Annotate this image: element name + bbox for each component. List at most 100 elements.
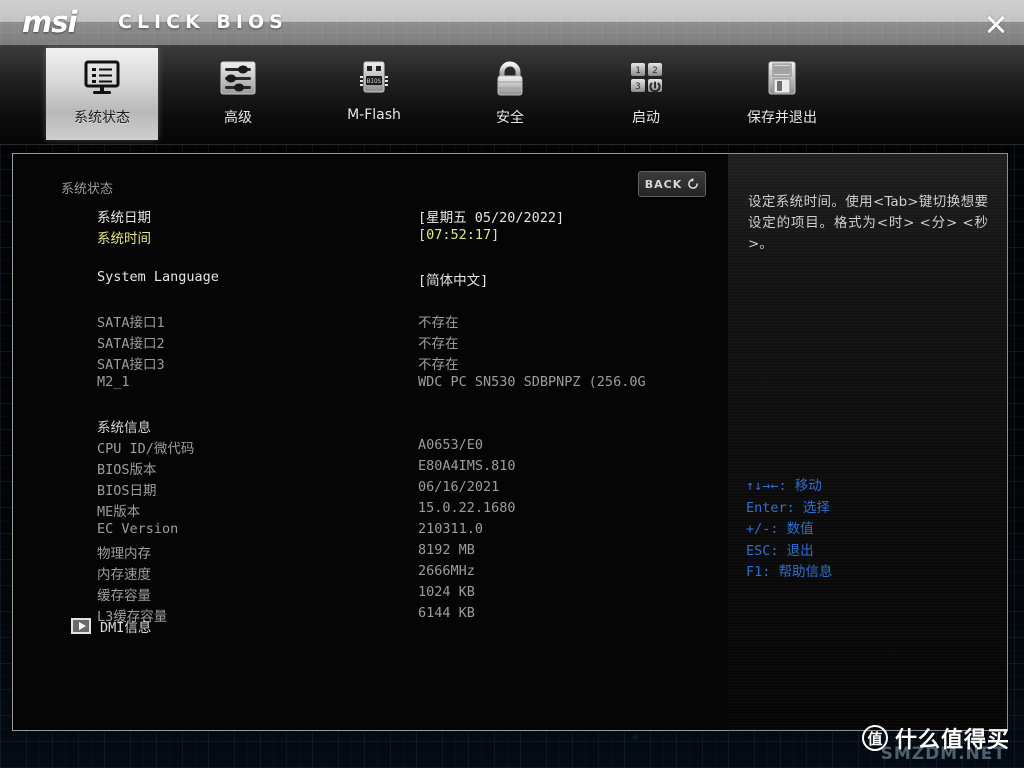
row-label: ME版本 [97, 504, 141, 520]
row-value: E80A4IMS.810 [418, 458, 516, 474]
shortcut-key: ESC: [746, 542, 779, 559]
svg-text:BIOS: BIOS [367, 78, 382, 85]
settings-row[interactable]: 物理内存 8192 MB [13, 542, 729, 563]
play-box-icon [71, 618, 91, 634]
main-navigation: 系统状态 高级 BIOS M-Flash 安全 1 2 3 启动 保存并退出 [0, 45, 1024, 145]
settings-row[interactable]: ME版本 15.0.22.1680 [13, 500, 729, 521]
keyboard-shortcuts: ↑↓→←: 移动 Enter: 选择 +/-: 数值 ESC: 退出 F1: 帮助信息 [746, 476, 833, 584]
shortcut-action: 帮助信息 [778, 564, 833, 580]
row-label: 缓存容量 [97, 588, 151, 604]
row-value: 06/16/2021 [418, 479, 500, 495]
dmi-info-link[interactable]: DMI信息 [71, 616, 151, 636]
row-spacer [13, 395, 729, 416]
row-label: BIOS版本 [97, 462, 157, 478]
floppy-disk-icon [761, 57, 803, 101]
nav-item-label: 系统状态 [74, 110, 130, 126]
nav-item-6[interactable]: 保存并退出 [726, 48, 838, 140]
back-button[interactable]: BACK [638, 171, 706, 197]
nav-item-label: 安全 [496, 110, 524, 126]
settings-list: 系统日期 [星期五 05/20/2022] 系统时间 [07:52:17] System… [13, 206, 729, 626]
row-label: SATA接口1 [97, 315, 165, 331]
svg-text:1: 1 [635, 66, 640, 76]
row-label: 系统信息 [97, 420, 151, 436]
row-value: 1024 KB [418, 584, 475, 600]
row-value: 不存在 [418, 357, 459, 373]
nav-item-3[interactable]: BIOS M-Flash [318, 48, 430, 140]
shortcut-line: ↑↓→←: 移动 [746, 476, 833, 498]
help-panel: 设定系统时间。使用<Tab>键切换想要设定的项目。格式为<时> <分> <秒>。… [728, 153, 1008, 731]
shortcut-line: +/-: 数值 [746, 519, 833, 541]
nav-item-1[interactable]: 系统状态 [46, 48, 158, 140]
row-label: CPU ID/微代码 [97, 441, 195, 457]
settings-row[interactable]: System Language [简体中文] [13, 269, 729, 290]
settings-row[interactable]: 缓存容量 1024 KB [13, 584, 729, 605]
shortcut-key: Enter: [746, 499, 795, 516]
row-label: 系统日期 [97, 210, 151, 226]
row-value: [星期五 05/20/2022] [418, 210, 565, 226]
row-value: WDC PC SN530 SDBPNPZ (256.0G [418, 374, 646, 390]
row-value: [07:52:17] [418, 227, 500, 243]
settings-row[interactable]: EC Version 210311.0 [13, 521, 729, 542]
back-button-label: BACK [644, 177, 683, 191]
shortcut-action: 移动 [794, 478, 822, 494]
svg-text:2: 2 [652, 66, 657, 76]
row-spacer [13, 290, 729, 311]
bios-screen: msi CLICK BIOS 系统状态 高级 BIOS M-Flash 安全 1 2 3 启动 保… [0, 0, 1024, 768]
settings-row[interactable]: M2_1 WDC PC SN530 SDBPNPZ (256.0G [13, 374, 729, 395]
shortcut-action: 退出 [786, 542, 814, 559]
row-label: BIOS日期 [97, 483, 157, 499]
row-value: 不存在 [418, 336, 459, 352]
settings-row[interactable]: 系统日期 [星期五 05/20/2022] [13, 206, 729, 227]
row-label: System Language [97, 269, 219, 285]
msi-logo: msi [22, 5, 77, 39]
nav-item-4[interactable]: 安全 [454, 48, 566, 140]
settings-row[interactable]: 内存速度 2666MHz [13, 563, 729, 584]
nav-item-label: 启动 [632, 110, 660, 126]
monitor-icon [82, 57, 122, 101]
undo-arrow-icon [688, 178, 699, 189]
settings-row[interactable]: CPU ID/微代码 A0653/E0 [13, 437, 729, 458]
row-value: A0653/E0 [418, 437, 484, 453]
settings-row[interactable]: BIOS版本 E80A4IMS.810 [13, 458, 729, 479]
row-value: 6144 KB [418, 605, 475, 621]
product-title: CLICK BIOS [118, 11, 288, 33]
system-status-panel: 系统状态 BACK 系统日期 [星期五 05/20/2022] 系统时间 [07:52… [12, 153, 728, 731]
section-header: 系统信息 [13, 416, 729, 437]
boot-order-icon: 1 2 3 [625, 57, 667, 101]
settings-row[interactable]: SATA接口3 不存在 [13, 353, 729, 374]
row-label: 系统时间 [97, 231, 151, 247]
padlock-icon [490, 57, 530, 101]
settings-row[interactable]: SATA接口1 不存在 [13, 311, 729, 332]
row-value: 15.0.22.1680 [418, 500, 516, 516]
help-description: 设定系统时间。使用<Tab>键切换想要设定的项目。格式为<时> <分> <秒>。 [748, 194, 988, 252]
row-label: 物理内存 [97, 546, 151, 562]
shortcut-line: F1: 帮助信息 [746, 562, 833, 584]
shortcut-line: Enter: 选择 [746, 498, 833, 520]
usb-bios-icon: BIOS [353, 57, 395, 101]
shortcut-action: 数值 [786, 521, 814, 537]
title-bar: msi CLICK BIOS [0, 0, 1024, 45]
shortcut-key: +/-: [746, 521, 779, 537]
nav-item-5[interactable]: 1 2 3 启动 [590, 48, 702, 140]
close-icon[interactable] [984, 12, 1008, 36]
row-value: 不存在 [418, 315, 459, 331]
row-label: 内存速度 [97, 567, 151, 583]
row-value: 8192 MB [418, 542, 475, 558]
dmi-info-label: DMI信息 [100, 620, 152, 636]
row-label: SATA接口3 [97, 357, 165, 373]
nav-item-2[interactable]: 高级 [182, 48, 294, 140]
settings-row[interactable]: SATA接口2 不存在 [13, 332, 729, 353]
row-value: 2666MHz [418, 563, 475, 579]
page-title: 系统状态 [61, 182, 114, 197]
row-label: M2_1 [97, 374, 130, 390]
settings-row[interactable]: BIOS日期 06/16/2021 [13, 479, 729, 500]
watermark-text: 什么值得买 [894, 728, 1010, 753]
shortcut-action: 选择 [802, 499, 830, 516]
watermark-badge: 值 [861, 725, 888, 751]
sliders-icon [217, 57, 259, 101]
shortcut-key: ↑↓→←: [746, 478, 787, 494]
shortcut-line: ESC: 退出 [746, 541, 833, 563]
settings-row[interactable]: 系统时间 [07:52:17] [13, 227, 729, 248]
nav-item-label: M-Flash [347, 107, 401, 123]
nav-item-label: 保存并退出 [747, 110, 817, 126]
